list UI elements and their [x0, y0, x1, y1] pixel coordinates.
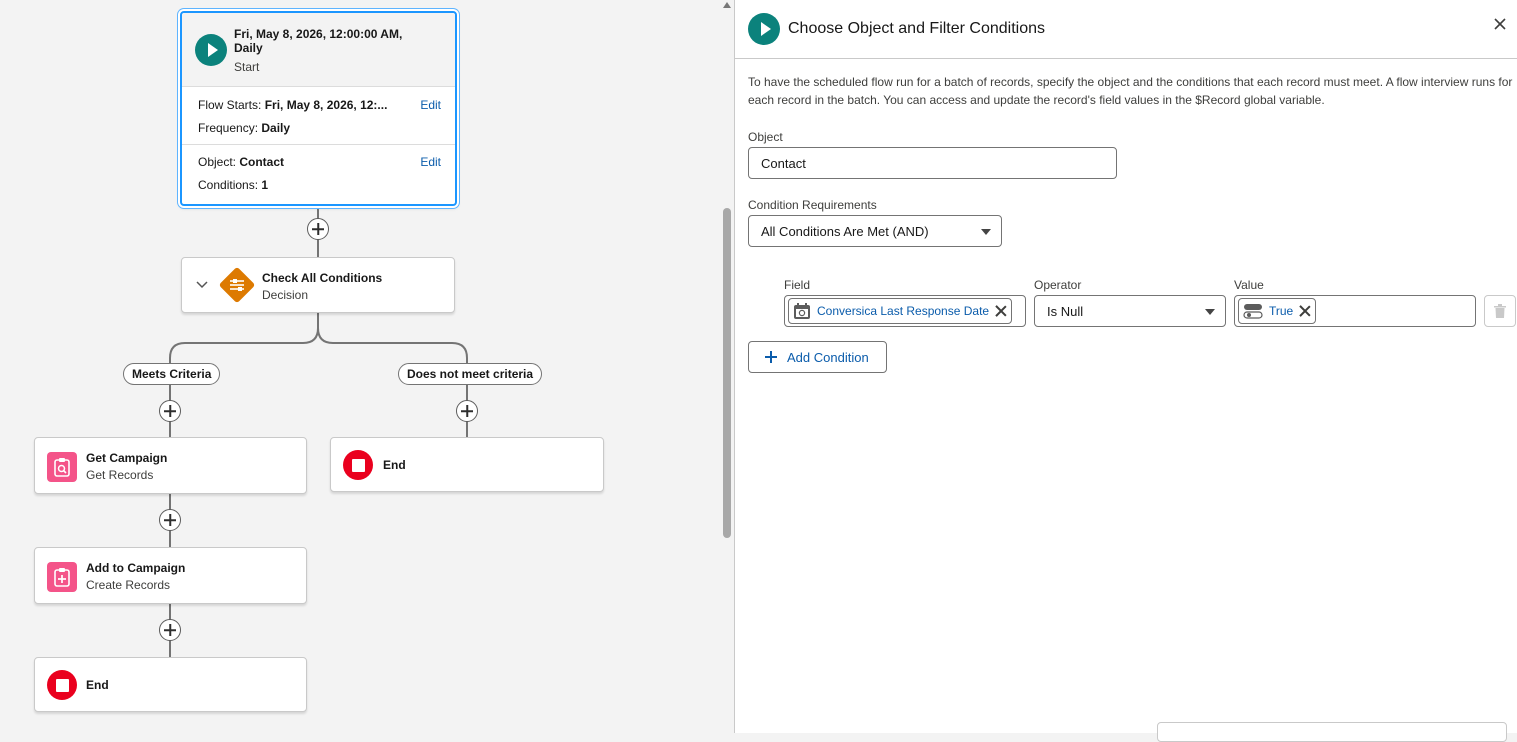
operator-select[interactable]: Is Null: [1034, 295, 1226, 327]
trash-icon: [1494, 304, 1506, 318]
play-icon: [195, 34, 227, 66]
flow-starts-row: Flow Starts: Fri, May 8, 2026, 12:...: [198, 98, 387, 112]
create-records-icon: [47, 562, 77, 592]
add-element-button[interactable]: [159, 400, 181, 422]
conditions-row: Conditions: 1: [198, 178, 268, 192]
object-value: Contact: [239, 155, 285, 169]
add-element-button[interactable]: [159, 509, 181, 531]
add-campaign-title: Add to Campaign: [86, 561, 186, 575]
play-icon: [748, 13, 780, 45]
toggle-icon: [1243, 304, 1263, 319]
flow-starts-value: Fri, May 8, 2026, 12:...: [264, 98, 388, 112]
end-label: End: [86, 678, 109, 692]
flow-canvas[interactable]: Fri, May 8, 2026, 12:00:00 AM, Daily Sta…: [0, 0, 720, 733]
object-input[interactable]: Contact: [748, 147, 1117, 179]
start-node-header[interactable]: Fri, May 8, 2026, 12:00:00 AM, Daily Sta…: [182, 13, 455, 87]
start-schedule-section: Flow Starts: Fri, May 8, 2026, 12:... Ed…: [182, 87, 455, 145]
object-label: Object:: [198, 155, 237, 169]
object-row: Object: Contact: [198, 155, 284, 169]
start-node-subtitle: Start: [234, 60, 260, 74]
edit-object-link[interactable]: Edit: [420, 155, 441, 169]
decision-node[interactable]: Check All Conditions Decision: [181, 257, 455, 313]
field-column-label: Field: [784, 278, 811, 292]
add-element-button[interactable]: [159, 619, 181, 641]
decision-icon: [219, 267, 255, 303]
scroll-up-icon[interactable]: [723, 2, 731, 8]
operator-value: Is Null: [1047, 303, 1084, 319]
add-campaign-subtitle: Create Records: [86, 578, 171, 592]
remove-field-icon[interactable]: [995, 305, 1007, 317]
panel-description: To have the scheduled flow run for a bat…: [748, 75, 1513, 107]
get-campaign-title: Get Campaign: [86, 451, 168, 465]
branch-meets-criteria-label[interactable]: Meets Criteria: [123, 363, 221, 385]
edit-schedule-link[interactable]: Edit: [420, 98, 441, 112]
get-records-node[interactable]: Get Campaign Get Records: [34, 437, 307, 494]
value-column-label: Value: [1234, 278, 1264, 292]
create-records-node[interactable]: Add to Campaign Create Records: [34, 547, 307, 604]
decision-subtitle: Decision: [262, 288, 309, 302]
end-node[interactable]: End: [330, 437, 604, 492]
add-element-button[interactable]: [456, 400, 478, 422]
flow-starts-label: Flow Starts:: [198, 98, 262, 112]
value-pill[interactable]: True: [1238, 298, 1317, 324]
end-node[interactable]: End: [34, 657, 307, 712]
conditions-label: Conditions:: [198, 178, 259, 192]
get-records-icon: [47, 452, 77, 482]
add-element-button[interactable]: [307, 218, 329, 240]
field-pill-label: Conversica Last Response Date: [817, 304, 990, 318]
start-node[interactable]: Fri, May 8, 2026, 12:00:00 AM, Daily Sta…: [180, 11, 457, 206]
footer-box: [1157, 722, 1507, 742]
stop-icon: [47, 670, 77, 700]
close-icon[interactable]: [1492, 16, 1508, 32]
delete-condition-button[interactable]: [1484, 295, 1516, 327]
panel-header: Choose Object and Filter Conditions: [735, 0, 1517, 59]
operator-column-label: Operator: [1034, 278, 1082, 292]
object-field-label: Object: [748, 130, 783, 144]
panel-title: Choose Object and Filter Conditions: [788, 20, 1046, 37]
get-campaign-subtitle: Get Records: [86, 468, 154, 482]
value-input[interactable]: True: [1234, 295, 1476, 327]
add-condition-button[interactable]: Add Condition: [748, 341, 887, 373]
frequency-value: Daily: [261, 121, 291, 135]
remove-value-icon[interactable]: [1299, 305, 1311, 317]
branch-does-not-meet-label[interactable]: Does not meet criteria: [398, 363, 543, 385]
value-pill-label: True: [1269, 304, 1294, 318]
canvas-scrollbar[interactable]: [720, 0, 734, 733]
start-node-title: Fri, May 8, 2026, 12:00:00 AM, Daily: [234, 27, 403, 55]
stop-icon: [343, 450, 373, 480]
start-object-section: Object: Contact Edit Conditions: 1: [182, 145, 455, 203]
add-icon: [765, 351, 777, 363]
scrollbar-thumb[interactable]: [723, 208, 731, 538]
chevron-down-icon[interactable]: [196, 280, 208, 290]
field-resource-input[interactable]: Conversica Last Response Date: [784, 295, 1026, 327]
add-condition-label: Add Condition: [787, 349, 869, 365]
end-label: End: [383, 458, 406, 472]
decision-title: Check All Conditions: [262, 271, 383, 285]
frequency-row: Frequency: Daily: [198, 121, 290, 135]
chevron-down-icon: [1205, 309, 1215, 315]
object-input-value: Contact: [761, 155, 806, 171]
condition-requirements-label: Condition Requirements: [748, 198, 877, 212]
conditions-value: 1: [261, 178, 269, 192]
condition-requirements-select[interactable]: All Conditions Are Met (AND): [748, 215, 1002, 247]
chevron-down-icon: [981, 229, 991, 235]
field-pill[interactable]: Conversica Last Response Date: [788, 298, 1013, 324]
condition-requirements-value: All Conditions Are Met (AND): [761, 223, 929, 239]
date-field-icon: [794, 303, 810, 319]
frequency-label: Frequency:: [198, 121, 259, 135]
properties-panel: Choose Object and Filter Conditions To h…: [734, 0, 1517, 742]
